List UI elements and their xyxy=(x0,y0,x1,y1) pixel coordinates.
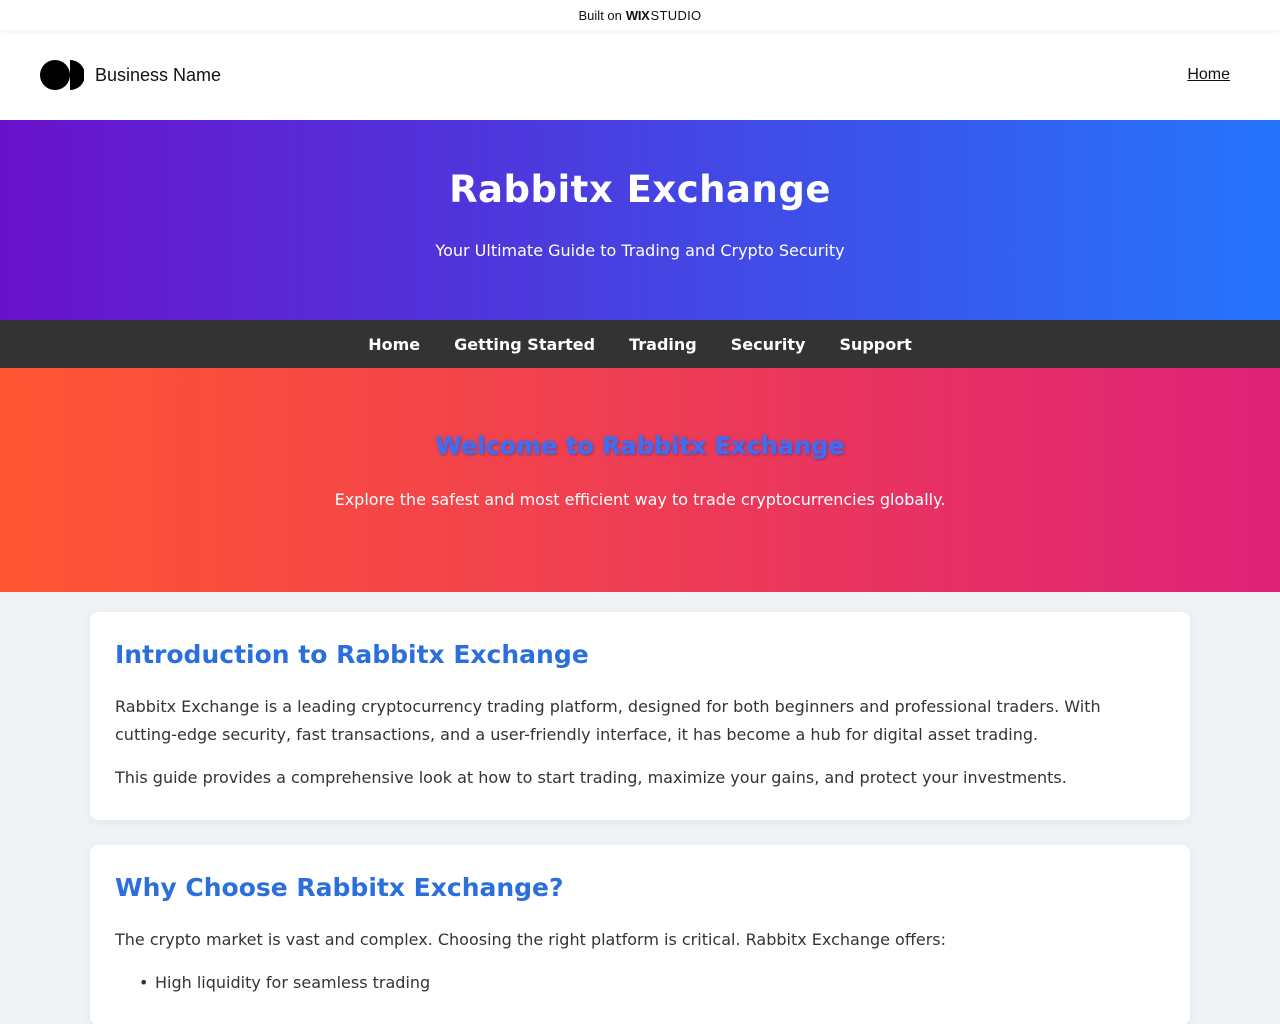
welcome-title: Welcome to Rabbitx Exchange xyxy=(435,432,845,460)
hero-subtitle: Your Ultimate Guide to Trading and Crypt… xyxy=(435,241,845,260)
nav-item-getting-started[interactable]: Getting Started xyxy=(454,335,595,354)
nav-item-home[interactable]: Home xyxy=(368,335,420,354)
welcome-section: Welcome to Rabbitx Exchange Explore the … xyxy=(0,368,1280,592)
nav-item-security[interactable]: Security xyxy=(731,335,806,354)
why-choose-heading: Why Choose Rabbitx Exchange? xyxy=(115,873,564,902)
logo-link[interactable]: Business Name xyxy=(40,60,221,90)
why-choose-card: Why Choose Rabbitx Exchange? The crypto … xyxy=(90,845,1190,1024)
hero-section: Rabbitx Exchange Your Ultimate Guide to … xyxy=(0,120,1280,320)
hero-title: Rabbitx Exchange xyxy=(449,168,831,211)
main-content: Introduction to Rabbitx Exchange Rabbitx… xyxy=(0,592,1280,1024)
business-name: Business Name xyxy=(95,64,222,85)
main-nav: Home Getting Started Trading Security Su… xyxy=(0,320,1280,368)
list-item: High liquidity for seamless trading xyxy=(139,969,1165,997)
nav-item-trading[interactable]: Trading xyxy=(629,335,697,354)
why-choose-paragraph: The crypto market is vast and complex. C… xyxy=(115,930,947,949)
nav-item-support[interactable]: Support xyxy=(839,335,911,354)
built-on-banner[interactable]: Built on WIX STUDIO xyxy=(0,0,1280,30)
intro-paragraph: Rabbitx Exchange is a leading cryptocurr… xyxy=(115,697,1101,744)
benefits-list: High liquidity for seamless trading xyxy=(115,969,1165,997)
intro-paragraph: This guide provides a comprehensive look… xyxy=(115,768,1067,787)
site-header: Business Name Home xyxy=(0,30,1280,120)
built-on-text: Built on xyxy=(578,7,622,23)
welcome-text: Explore the safest and most efficient wa… xyxy=(334,490,946,509)
intro-heading: Introduction to Rabbitx Exchange xyxy=(115,640,589,669)
studio-brand-text: STUDIO xyxy=(650,7,702,23)
wix-brand-text: WIX xyxy=(625,7,650,23)
intro-card: Introduction to Rabbitx Exchange Rabbitx… xyxy=(90,612,1190,820)
logo-icon xyxy=(40,60,84,90)
header-home-link[interactable]: Home xyxy=(1187,66,1230,84)
